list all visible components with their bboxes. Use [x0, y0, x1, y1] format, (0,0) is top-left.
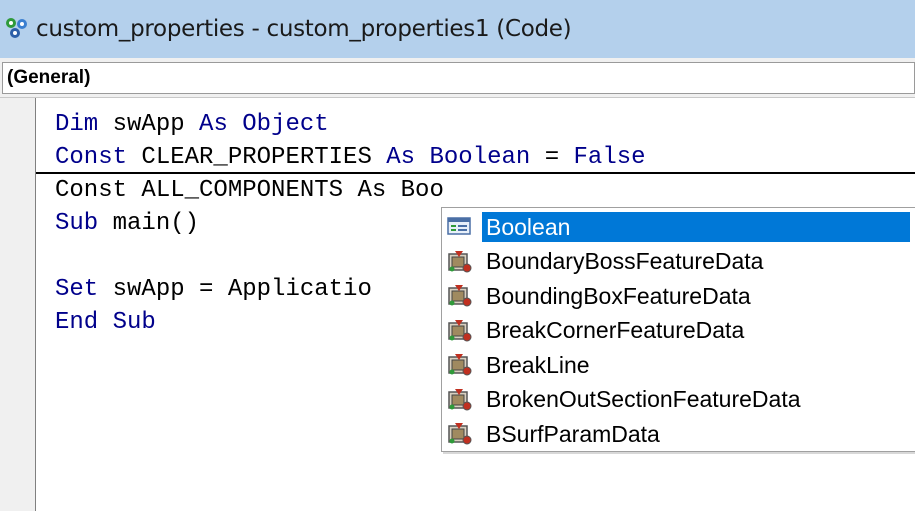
enum-icon: [445, 213, 475, 241]
autocomplete-item[interactable]: BSurfParamData: [445, 417, 915, 451]
autocomplete-item-label: BreakCornerFeatureData: [486, 317, 745, 343]
code-keyword: Sub: [55, 210, 99, 237]
autocomplete-item-label: Boolean: [482, 212, 910, 242]
general-combobox[interactable]: (General): [2, 62, 915, 94]
autocomplete-item-label: BSurfParamData: [486, 420, 660, 447]
autocomplete-item-label: BoundaryBossFeatureData: [486, 248, 764, 274]
class-icon: [445, 282, 475, 310]
code-keyword: Boolean: [429, 144, 531, 171]
code-keyword: Const: [55, 144, 128, 171]
code-text: =: [530, 144, 574, 171]
margin-indicator-bar[interactable]: [0, 98, 36, 511]
combobox-value: (General): [7, 67, 91, 88]
autocomplete-item[interactable]: BreakLine: [445, 348, 915, 382]
code-text: main(): [98, 210, 200, 237]
vba-project-icon: [2, 14, 32, 44]
class-icon: [445, 420, 475, 448]
class-icon: [445, 317, 475, 345]
title-bar: custom_properties - custom_properties1 (…: [0, 0, 915, 58]
code-keyword: Object: [242, 111, 329, 138]
code-line[interactable]: Dim swApp As Object: [55, 108, 646, 141]
code-keyword: Sub: [112, 309, 156, 336]
code-text: swApp = Applicatio: [98, 276, 372, 303]
class-icon: [445, 386, 475, 414]
autocomplete-item[interactable]: BoundaryBossFeatureData: [445, 245, 915, 279]
autocomplete-item[interactable]: BrokenOutSectionFeatureData: [445, 383, 915, 417]
code-keyword: As: [199, 111, 228, 138]
procedure-bar: (General): [0, 58, 915, 98]
class-icon: [445, 351, 475, 379]
code-line[interactable]: Const ALL_COMPONENTS As Boo: [55, 174, 646, 207]
code-keyword: Dim: [55, 111, 99, 138]
autocomplete-item[interactable]: Boolean: [445, 210, 915, 244]
autocomplete-item[interactable]: BoundingBoxFeatureData: [445, 279, 915, 313]
code-text: swApp: [98, 111, 200, 138]
code-text: Const ALL_COMPONENTS As Boo: [55, 177, 444, 204]
autocomplete-list[interactable]: Boolean BoundaryBossFeatureData BoundingBo…: [441, 207, 915, 452]
code-text: CLEAR_PROPERTIES: [127, 144, 387, 171]
autocomplete-item[interactable]: BreakCornerFeatureData: [445, 314, 915, 348]
autocomplete-item-label: BrokenOutSectionFeatureData: [486, 386, 801, 412]
code-keyword: As: [386, 144, 416, 171]
window-title: custom_properties - custom_properties1 (…: [36, 16, 572, 42]
code-line[interactable]: Const CLEAR_PROPERTIES As Boolean = Fals…: [55, 141, 646, 174]
code-keyword: End: [55, 309, 99, 336]
autocomplete-item-label: BoundingBoxFeatureData: [486, 282, 751, 309]
class-icon: [445, 248, 475, 276]
code-keyword: Set: [55, 276, 99, 303]
code-keyword: False: [573, 144, 646, 171]
autocomplete-item-label: BreakLine: [486, 351, 590, 378]
